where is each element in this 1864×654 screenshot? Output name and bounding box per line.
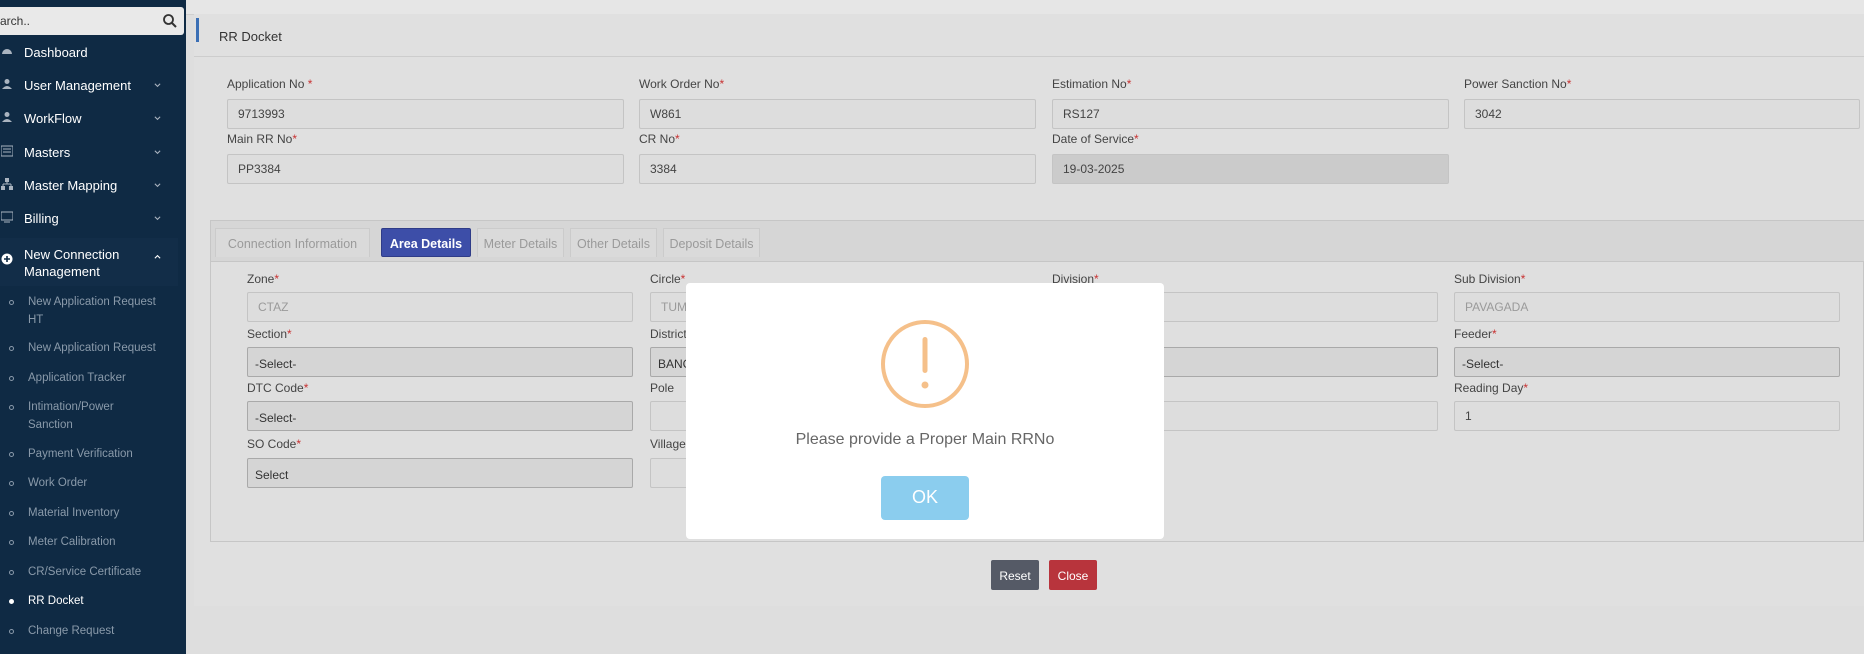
warning-circle-icon <box>881 320 969 408</box>
ok-button[interactable]: OK <box>881 476 969 520</box>
alert-message: Please provide a Proper Main RRNo <box>795 431 1055 448</box>
alert-dialog: Please provide a Proper Main RRNo OK <box>686 283 1164 539</box>
